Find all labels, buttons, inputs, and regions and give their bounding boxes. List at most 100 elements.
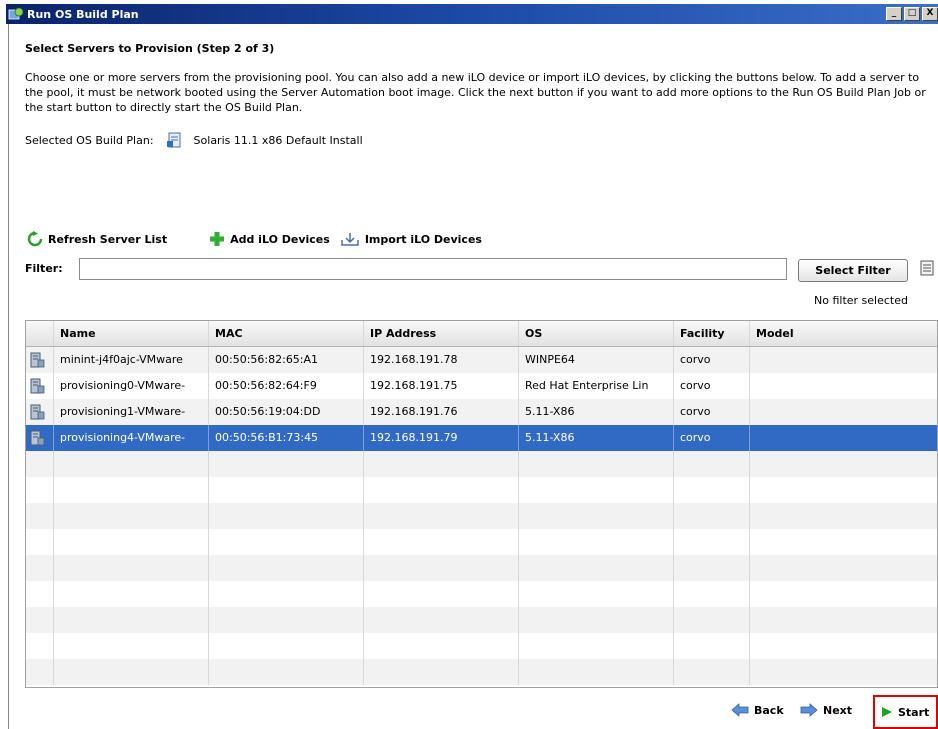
cell-mac: [209, 451, 364, 477]
next-button[interactable]: Next: [800, 703, 852, 717]
cell-name: provisioning4-VMware-: [54, 425, 209, 451]
cell-facility: [674, 607, 750, 633]
column-header-facility[interactable]: Facility: [674, 321, 750, 346]
cell-model: [750, 633, 937, 659]
cell-model: [750, 555, 937, 581]
cell-os: [519, 607, 674, 633]
filter-input[interactable]: [79, 258, 787, 280]
cell-name: [54, 529, 209, 555]
cell-ip: [364, 633, 519, 659]
back-arrow-icon: [731, 703, 749, 717]
column-header-ip[interactable]: IP Address: [364, 321, 519, 346]
window-title: Run OS Build Plan: [27, 7, 139, 21]
cell-name: [54, 477, 209, 503]
cell-facility: corvo: [674, 425, 750, 451]
table-row-empty: [26, 529, 937, 555]
cell-name: provisioning1-VMware-: [54, 399, 209, 425]
row-icon-cell: [26, 503, 54, 529]
filter-status: No filter selected: [814, 294, 908, 307]
cell-name: [54, 555, 209, 581]
refresh-server-list-button[interactable]: Refresh Server List: [27, 231, 167, 247]
step-description: Choose one or more servers from the prov…: [25, 71, 926, 114]
table-row[interactable]: provisioning0-VMware- 00:50:56:82:64:F9 19…: [26, 373, 937, 399]
play-icon: [882, 707, 892, 717]
row-icon-cell: [26, 425, 54, 451]
notes-icon[interactable]: [920, 260, 934, 276]
cell-ip: 192.168.191.78: [364, 347, 519, 373]
cell-name: [54, 607, 209, 633]
cell-os: [519, 555, 674, 581]
table-row-empty: [26, 581, 937, 607]
cell-name: [54, 451, 209, 477]
cell-model: [750, 503, 937, 529]
cell-os: Red Hat Enterprise Lin: [519, 373, 674, 399]
selected-os-build-plan: Selected OS Build Plan: Solaris 11.1 x86…: [25, 131, 363, 149]
server-icon: [30, 404, 45, 420]
cell-facility: [674, 581, 750, 607]
cell-model: [750, 607, 937, 633]
cell-ip: [364, 451, 519, 477]
cell-mac: 00:50:56:B1:73:45: [209, 425, 364, 451]
import-icon: [341, 233, 359, 246]
cell-ip: 192.168.191.79: [364, 425, 519, 451]
maximize-button[interactable]: □: [904, 7, 920, 21]
cell-ip: 192.168.191.75: [364, 373, 519, 399]
table-row-empty: [26, 477, 937, 503]
column-header-model[interactable]: Model: [750, 321, 937, 346]
cell-ip: [364, 529, 519, 555]
select-filter-button[interactable]: Select Filter: [798, 259, 908, 282]
cell-model: [750, 659, 937, 685]
import-ilo-label: Import iLO Devices: [364, 232, 482, 246]
window-title-bar[interactable]: Run OS Build Plan _ □ X: [6, 4, 938, 24]
start-button[interactable]: Start: [873, 695, 938, 729]
table-row[interactable]: provisioning1-VMware- 00:50:56:19:04:DD 19…: [26, 399, 937, 425]
cell-name: [54, 581, 209, 607]
table-row[interactable]: provisioning4-VMware- 00:50:56:B1:73:45 19…: [26, 425, 937, 451]
cell-ip: [364, 659, 519, 685]
refresh-icon: [27, 231, 43, 247]
cell-mac: [209, 581, 364, 607]
row-icon-cell: [26, 529, 54, 555]
cell-os: [519, 529, 674, 555]
import-ilo-devices-button[interactable]: Import iLO Devices: [340, 231, 482, 247]
cell-os: [519, 581, 674, 607]
table-row-empty: [26, 451, 937, 477]
cell-os: [519, 659, 674, 685]
cell-facility: [674, 555, 750, 581]
add-ilo-label: Add iLO Devices: [230, 232, 330, 246]
window-left-border: [8, 24, 9, 729]
minimize-button[interactable]: _: [886, 7, 902, 21]
cell-os: [519, 451, 674, 477]
table-row-empty: [26, 659, 937, 685]
row-icon-cell: [26, 451, 54, 477]
selected-plan-label: Selected OS Build Plan:: [25, 133, 154, 147]
cell-os: [519, 503, 674, 529]
next-label: Next: [823, 703, 853, 717]
cell-facility: corvo: [674, 347, 750, 373]
cell-mac: [209, 659, 364, 685]
close-button[interactable]: X: [922, 7, 938, 21]
server-table: Name MAC IP Address OS Facility Model mi…: [25, 320, 938, 688]
table-row[interactable]: minint-j4f0ajc-VMware 00:50:56:82:65:A1 19…: [26, 347, 937, 373]
server-icon: [30, 378, 45, 394]
row-icon-cell: [26, 399, 54, 425]
cell-name: provisioning0-VMware-: [54, 373, 209, 399]
column-header-mac[interactable]: MAC: [209, 321, 364, 346]
column-header-name[interactable]: Name: [54, 321, 209, 346]
add-ilo-devices-button[interactable]: Add iLO Devices: [209, 231, 330, 247]
back-button[interactable]: Back: [731, 703, 784, 717]
cell-facility: corvo: [674, 373, 750, 399]
cell-mac: [209, 607, 364, 633]
table-row-empty: [26, 607, 937, 633]
cell-ip: 192.168.191.76: [364, 399, 519, 425]
cell-os: WINPE64: [519, 347, 674, 373]
column-header-os[interactable]: OS: [519, 321, 674, 346]
cell-mac: 00:50:56:82:64:F9: [209, 373, 364, 399]
back-label: Back: [754, 703, 784, 717]
next-arrow-icon: [800, 703, 818, 717]
cell-name: [54, 503, 209, 529]
cell-model: [750, 373, 937, 399]
window-controls: _ □ X: [886, 7, 938, 21]
cell-facility: [674, 503, 750, 529]
server-icon: [30, 352, 45, 368]
